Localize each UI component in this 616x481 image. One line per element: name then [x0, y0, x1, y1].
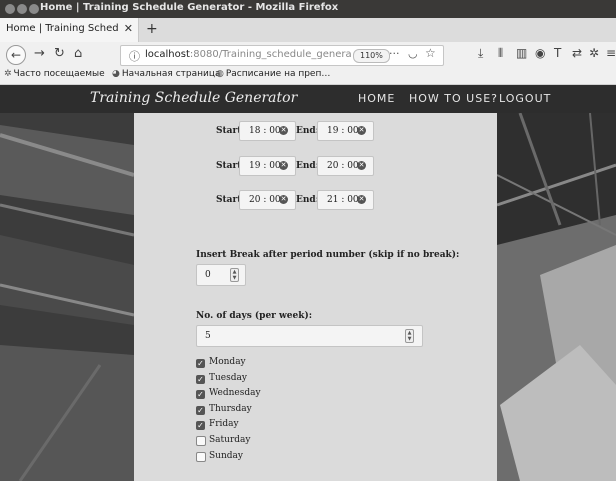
days-value: 5 — [205, 331, 211, 341]
tab-title: Home | Training Schedule C — [6, 23, 118, 34]
checkbox-tuesday[interactable]: ✓ — [196, 375, 205, 384]
spinner-icon[interactable]: ▲ ▼ — [405, 329, 414, 343]
library-icon[interactable]: ⫴ — [498, 46, 503, 61]
page-actions-icon[interactable]: ··· — [389, 47, 400, 60]
site-navbar: Training Schedule Generator HOME HOW TO … — [0, 85, 616, 113]
checkbox-friday[interactable]: ✓ — [196, 421, 205, 430]
nav-logout-link[interactable]: LOGOUT — [499, 92, 551, 105]
days-input[interactable]: 5 ▲ ▼ — [196, 325, 423, 347]
bookmark-label: Часто посещаемые — [13, 69, 105, 79]
tab-home[interactable]: Home | Training Schedule C ✕ — [0, 18, 139, 42]
url-path: :8080/Training_schedule_generator — [189, 49, 351, 60]
pocket-icon[interactable]: ◡ — [408, 47, 418, 60]
end-time-input[interactable]: 21 : 00 ✕ — [317, 190, 374, 210]
end-time-input[interactable]: 19 : 00 ✕ — [317, 121, 374, 141]
gear-icon: ✲ — [4, 69, 12, 79]
back-arrow-icon[interactable]: ← — [6, 45, 26, 65]
url-bar[interactable]: ⓘ localhost:8080/Training_schedule_gener… — [120, 45, 444, 66]
end-label: End: — [296, 161, 320, 171]
day-label-thursday: Thursday — [209, 404, 252, 414]
url-text[interactable]: localhost:8080/Training_schedule_generat… — [145, 49, 351, 60]
site-brand[interactable]: Training Schedule Generator — [90, 90, 297, 106]
close-icon[interactable]: ✕ — [124, 22, 133, 35]
start-time-input[interactable]: 20 : 00 ✕ — [239, 190, 296, 210]
clear-icon[interactable]: ✕ — [279, 195, 288, 204]
break-input[interactable]: 0 ▲ ▼ — [196, 264, 246, 286]
day-label-tuesday: Tuesday — [209, 373, 247, 383]
window-titlebar: Home | Training Schedule Generator - Moz… — [0, 0, 616, 18]
reload-icon[interactable]: ↻ — [54, 46, 65, 61]
download-icon[interactable]: ⤓ — [478, 46, 483, 61]
minimize-window-button[interactable] — [17, 4, 27, 14]
spinner-icon[interactable]: ▲ ▼ — [230, 268, 239, 282]
day-label-sunday: Sunday — [209, 451, 243, 461]
time-value: 21 : 00 — [327, 195, 359, 205]
nav-home-link[interactable]: HOME — [358, 92, 395, 105]
end-time-input[interactable]: 20 : 00 ✕ — [317, 156, 374, 176]
time-value: 19 : 00 — [249, 161, 281, 171]
window-title: Home | Training Schedule Generator - Moz… — [40, 2, 339, 13]
start-time-input[interactable]: 19 : 00 ✕ — [239, 156, 296, 176]
url-host: localhost — [145, 49, 190, 60]
navigation-bar: ← → ↻ ⌂ ⓘ localhost:8080/Training_schedu… — [0, 42, 616, 69]
forward-arrow-icon[interactable]: → — [34, 46, 45, 61]
break-label: Insert Break after period number (skip i… — [196, 250, 460, 260]
sidebar-icon[interactable]: ▥ — [516, 46, 527, 60]
checkbox-wednesday[interactable]: ✓ — [196, 390, 205, 399]
translate-icon[interactable]: ⇄ — [572, 46, 582, 60]
page-viewport: Training Schedule Generator HOME HOW TO … — [0, 85, 616, 481]
bookmark-star-icon[interactable]: ☆ — [425, 46, 436, 60]
time-value: 20 : 00 — [249, 195, 281, 205]
bookmarks-bar: ✲ Часто посещаемые ◕ Начальная страница ◍ Р… — [0, 68, 616, 85]
firefox-icon: ◕ — [112, 69, 120, 79]
zoom-indicator[interactable]: 110% — [353, 49, 390, 63]
clear-icon[interactable]: ✕ — [357, 161, 366, 170]
tab-bar: Home | Training Schedule C ✕ + — [0, 18, 616, 43]
bookmark-start-page[interactable]: ◕ Начальная страница — [112, 69, 221, 79]
maximize-window-button[interactable] — [29, 4, 39, 14]
days-label: No. of days (per week): — [196, 311, 313, 321]
clear-icon[interactable]: ✕ — [279, 161, 288, 170]
info-icon[interactable]: ⓘ — [129, 48, 140, 64]
day-label-friday: Friday — [209, 419, 239, 429]
checkbox-saturday[interactable] — [196, 436, 206, 446]
end-label: End: — [296, 195, 320, 205]
bookmark-most-visited[interactable]: ✲ Часто посещаемые — [4, 69, 105, 79]
nav-how-to-use-link[interactable]: HOW TO USE? — [409, 92, 498, 105]
extension-icon[interactable]: ◉ — [535, 46, 545, 60]
menu-icon[interactable]: ≡ — [606, 46, 616, 60]
schedule-form: Start: 18 : 00 ✕ End: 19 : 00 ✕ Start: 1… — [134, 113, 497, 481]
bookmark-schedule[interactable]: ◍ Расписание на преп… — [216, 69, 330, 79]
end-label: End: — [296, 126, 320, 136]
checkbox-thursday[interactable]: ✓ — [196, 406, 205, 415]
day-label-monday: Monday — [209, 357, 246, 367]
day-label-wednesday: Wednesday — [209, 388, 261, 398]
time-value: 20 : 00 — [327, 161, 359, 171]
clear-icon[interactable]: ✕ — [279, 126, 288, 135]
bookmark-label: Расписание на преп… — [225, 69, 331, 79]
day-label-saturday: Saturday — [209, 435, 251, 445]
checkbox-sunday[interactable] — [196, 452, 206, 462]
close-window-button[interactable] — [5, 4, 15, 14]
globe-icon: ◍ — [216, 69, 224, 79]
break-value: 0 — [205, 270, 211, 280]
text-tool-icon[interactable]: T — [554, 46, 561, 60]
clear-icon[interactable]: ✕ — [357, 195, 366, 204]
time-value: 19 : 00 — [327, 126, 359, 136]
checkbox-monday[interactable]: ✓ — [196, 359, 205, 368]
new-tab-icon[interactable]: + — [146, 21, 158, 37]
time-value: 18 : 00 — [249, 126, 281, 136]
bookmark-label: Начальная страница — [121, 69, 221, 79]
start-time-input[interactable]: 18 : 00 ✕ — [239, 121, 296, 141]
clear-icon[interactable]: ✕ — [357, 126, 366, 135]
addon-icon[interactable]: ✲ — [589, 46, 599, 60]
home-icon[interactable]: ⌂ — [74, 46, 82, 61]
